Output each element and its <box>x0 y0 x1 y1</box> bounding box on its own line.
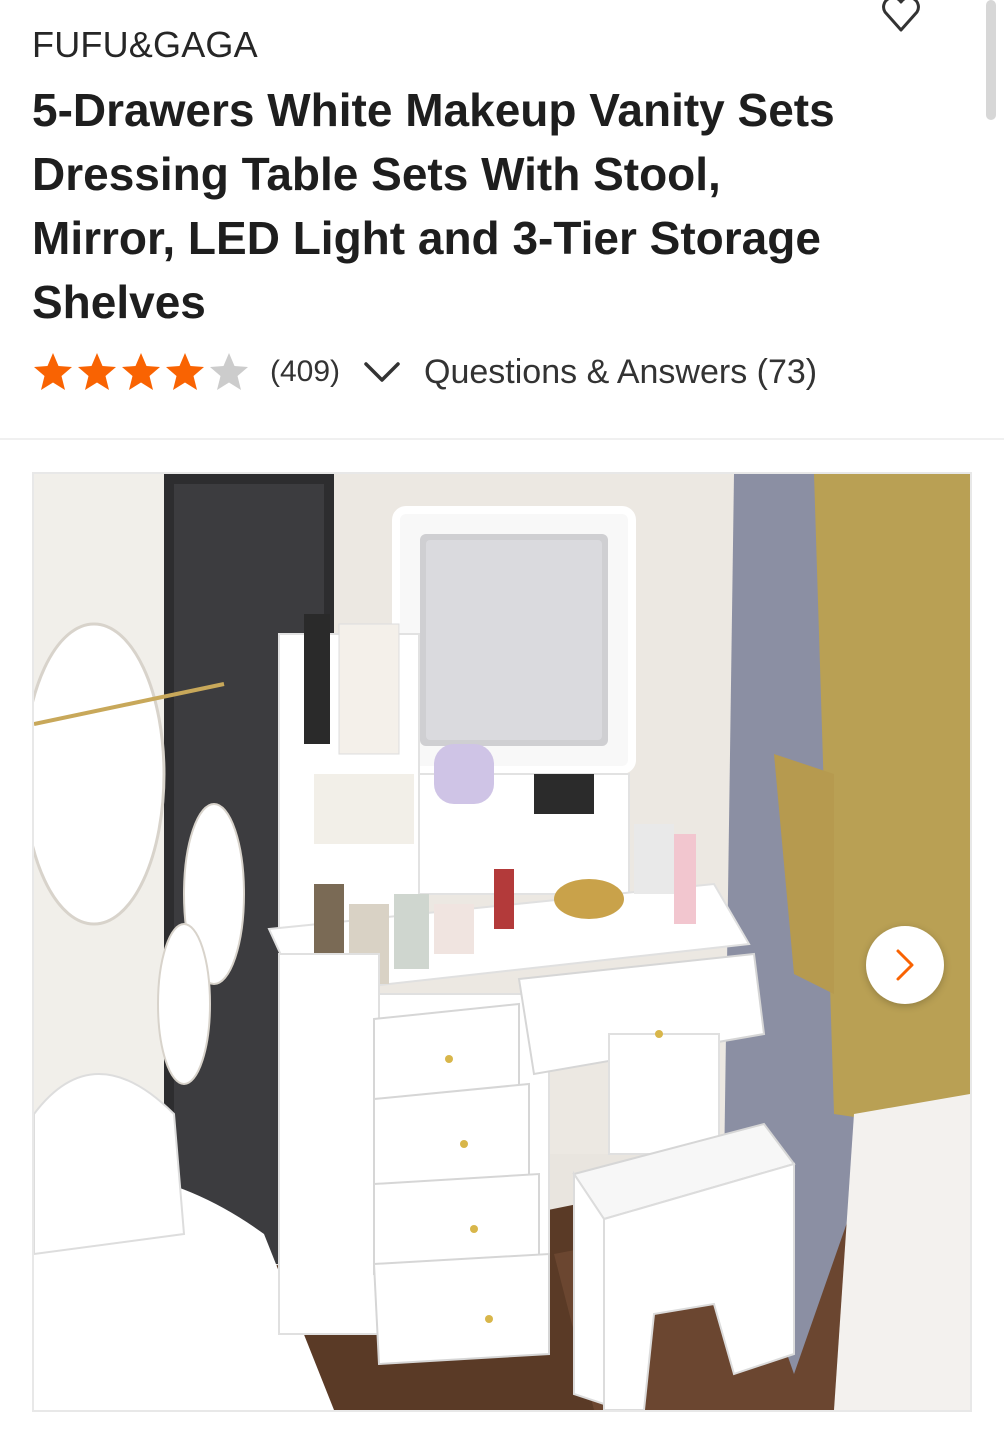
star-filled-icon <box>122 353 160 390</box>
vanity-photo <box>34 474 970 1410</box>
star-filled-icon <box>34 353 72 390</box>
chevron-down-icon[interactable] <box>362 360 402 384</box>
brand-name[interactable]: FUFU&GAGA <box>32 24 258 66</box>
heart-outline-icon <box>882 0 920 32</box>
chevron-right-icon <box>896 949 914 981</box>
star-rating[interactable] <box>32 351 250 393</box>
divider <box>0 438 1004 440</box>
star-empty-icon <box>210 353 248 390</box>
rating-row: (409) Questions & Answers (73) <box>32 348 817 396</box>
product-title: 5-Drawers White Makeup Vanity Sets Dress… <box>32 84 835 328</box>
product-image[interactable] <box>32 472 972 1412</box>
review-count-link[interactable]: (409) <box>270 355 340 389</box>
star-filled-icon <box>166 353 204 390</box>
wishlist-button[interactable] <box>878 0 924 34</box>
product-page: FUFU&GAGA 5-Drawers White Makeup Vanity … <box>0 0 1004 1440</box>
scrollbar[interactable] <box>986 0 996 120</box>
star-filled-icon <box>78 353 116 390</box>
questions-answers-link[interactable]: Questions & Answers (73) <box>424 353 817 392</box>
next-image-button[interactable] <box>866 926 944 1004</box>
